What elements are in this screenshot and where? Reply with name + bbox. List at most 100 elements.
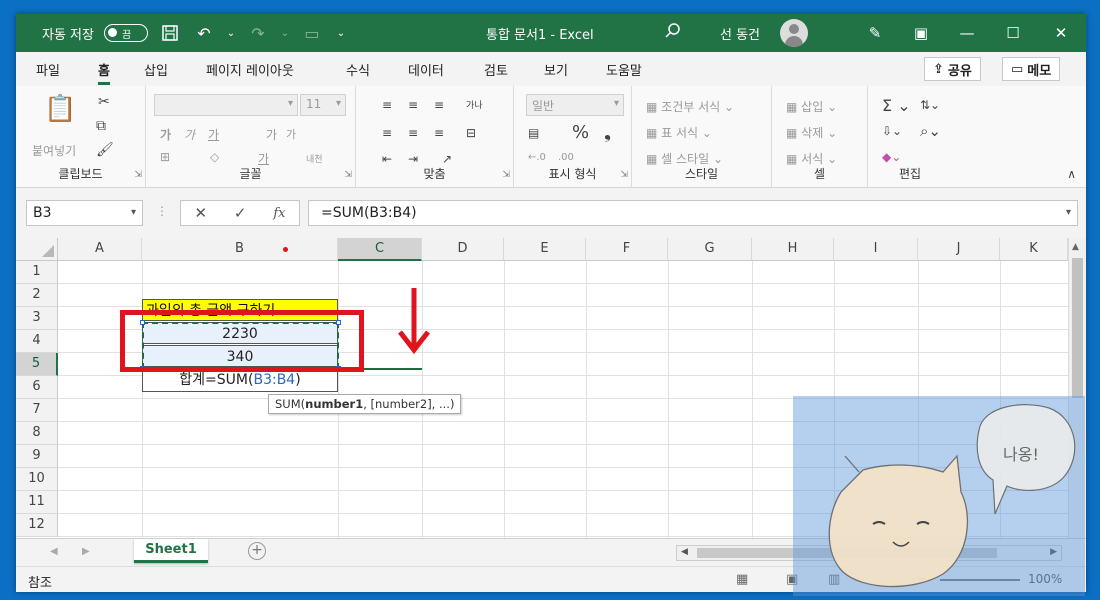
formula-input[interactable]: =SUM(B3:B4) ▾ (308, 200, 1078, 226)
column-header-d[interactable]: D (422, 238, 504, 261)
close-icon[interactable]: ✕ (1036, 14, 1086, 52)
share-button[interactable]: ⇪ 공유 (924, 57, 981, 81)
font-size-combo[interactable]: 11 ▾ (300, 94, 346, 116)
column-header-b[interactable]: B (142, 238, 338, 261)
scroll-thumb[interactable] (1072, 258, 1083, 398)
bold-button[interactable]: 가 (160, 126, 171, 143)
enter-icon[interactable]: ✓ (234, 204, 247, 222)
find-icon[interactable]: ⌕⌄ (920, 122, 941, 140)
search-icon[interactable] (664, 22, 682, 44)
dialog-launcher-icon[interactable]: ⇲ (344, 170, 352, 180)
copy-icon[interactable]: ⧉ (96, 118, 106, 134)
redo-icon[interactable]: ↷ (246, 23, 270, 43)
row-header-1[interactable]: 1 (16, 261, 58, 284)
undo-dropdown-icon[interactable]: ⌄ (226, 23, 236, 43)
delete-cells-button[interactable]: ▦ 삭제 ⌄ (786, 124, 837, 141)
tab-help[interactable]: 도움말 (606, 60, 642, 79)
memo-button[interactable]: ▭ 메모 (1002, 57, 1061, 81)
row-header-4[interactable]: 4 (16, 330, 58, 353)
paste-label[interactable]: 붙여넣기 (32, 142, 76, 159)
function-tooltip[interactable]: SUM(number1, [number2], ...) (268, 394, 462, 414)
undo-icon[interactable]: ↶ (192, 23, 216, 43)
collapse-ribbon-icon[interactable]: ∧ (1067, 167, 1076, 181)
decrease-indent-icon[interactable]: ⇤ (382, 152, 392, 166)
increase-decimal-icon[interactable]: ←.0 (528, 152, 546, 163)
comma-icon[interactable]: ❟ (604, 122, 611, 143)
column-header-k[interactable]: K (1000, 238, 1068, 261)
column-header-g[interactable]: G (668, 238, 752, 261)
column-header-c[interactable]: C (338, 238, 422, 261)
cut-icon[interactable]: ✂ (98, 94, 110, 110)
number-format-combo[interactable]: 일반 ▾ (526, 94, 624, 116)
row-header-11[interactable]: 11 (16, 491, 58, 514)
dialog-launcher-icon[interactable]: ⇲ (620, 170, 628, 180)
grow-font-button[interactable]: 가 (266, 126, 277, 143)
sort-filter-icon[interactable]: ⇅⌄ (920, 98, 940, 112)
cancel-icon[interactable]: ✕ (194, 204, 207, 222)
percent-icon[interactable]: % (572, 122, 589, 143)
scroll-up-icon[interactable]: ▲ (1072, 242, 1079, 252)
wrap-text-button[interactable]: 가나 (466, 98, 483, 111)
column-header-j[interactable]: J (918, 238, 1000, 261)
merge-icon[interactable]: ⊟ (466, 126, 476, 140)
ribbon-display-icon[interactable]: ▣ (898, 14, 944, 52)
decrease-decimal-icon[interactable]: .00 (558, 152, 574, 163)
paste-icon[interactable]: 📋 (44, 94, 76, 124)
add-sheet-icon[interactable]: + (248, 542, 266, 560)
tab-insert[interactable]: 삽입 (144, 60, 168, 79)
orientation-icon[interactable]: ↗ (442, 152, 452, 166)
customize-qat-icon[interactable]: ⌄ (334, 23, 348, 43)
currency-icon[interactable]: ▤ (528, 126, 539, 140)
prev-sheet-icon[interactable]: ◀ (50, 546, 58, 557)
borders-icon[interactable]: ⊞ (160, 150, 170, 164)
pen-icon[interactable]: ✎ (852, 14, 898, 52)
column-header-a[interactable]: A (58, 238, 142, 261)
align-middle-icon[interactable]: ≡ (408, 98, 418, 112)
select-all-button[interactable] (16, 238, 58, 261)
row-header-5[interactable]: 5 (16, 353, 58, 376)
redo-dropdown-icon[interactable]: ⌄ (280, 23, 290, 43)
row-header-12[interactable]: 12 (16, 514, 58, 537)
column-header-e[interactable]: E (504, 238, 586, 261)
insert-function-button[interactable]: fx (273, 206, 285, 221)
tab-page-layout[interactable]: 페이지 레이아웃 (206, 60, 294, 79)
autosum-icon[interactable]: Σ ⌄ (882, 96, 911, 115)
clear-icon[interactable]: ◆⌄ (882, 150, 901, 164)
row-header-8[interactable]: 8 (16, 422, 58, 445)
italic-button[interactable]: 가 (184, 126, 195, 143)
sheet-tab-sheet1[interactable]: Sheet1 (134, 539, 208, 563)
format-as-table-button[interactable]: ▦ 표 서식 ⌄ (646, 124, 712, 141)
dialog-launcher-icon[interactable]: ⇲ (134, 170, 142, 180)
row-header-9[interactable]: 9 (16, 445, 58, 468)
column-header-h[interactable]: H (752, 238, 834, 261)
name-box[interactable]: B3 ▾ (26, 200, 143, 226)
align-bottom-icon[interactable]: ≡ (434, 98, 444, 112)
user-name[interactable]: 선 동건 (720, 24, 760, 43)
format-painter-icon[interactable]: 🖌 (96, 142, 114, 158)
fill-icon[interactable]: ⇩⌄ (882, 124, 902, 138)
tab-view[interactable]: 보기 (544, 60, 568, 79)
row-header-6[interactable]: 6 (16, 376, 58, 399)
phonetic-button[interactable]: 내천 (306, 152, 323, 165)
increase-indent-icon[interactable]: ⇥ (408, 152, 418, 166)
cell-b5-formula[interactable]: 합계=SUM(B3:B4) (142, 369, 338, 392)
scroll-left-icon[interactable]: ◀ (681, 547, 688, 557)
insert-cells-button[interactable]: ▦ 삽입 ⌄ (786, 98, 837, 115)
shrink-font-button[interactable]: 가 (286, 126, 296, 142)
tab-formulas[interactable]: 수식 (346, 60, 370, 79)
row-header-10[interactable]: 10 (16, 468, 58, 491)
next-sheet-icon[interactable]: ▶ (82, 546, 90, 557)
avatar[interactable] (780, 19, 808, 47)
dialog-launcher-icon[interactable]: ⇲ (502, 170, 510, 180)
tab-home[interactable]: 홈 (98, 60, 110, 85)
align-left-icon[interactable]: ≡ (382, 126, 392, 140)
row-header-7[interactable]: 7 (16, 399, 58, 422)
column-header-f[interactable]: F (586, 238, 668, 261)
save-icon[interactable] (158, 23, 182, 43)
fill-color-icon[interactable]: ◇ (210, 150, 219, 164)
align-center-icon[interactable]: ≡ (408, 126, 418, 140)
conditional-formatting-button[interactable]: ▦ 조건부 서식 ⌄ (646, 98, 734, 115)
row-header-3[interactable]: 3 (16, 307, 58, 330)
align-top-icon[interactable]: ≡ (382, 98, 392, 112)
tab-review[interactable]: 검토 (484, 60, 508, 79)
